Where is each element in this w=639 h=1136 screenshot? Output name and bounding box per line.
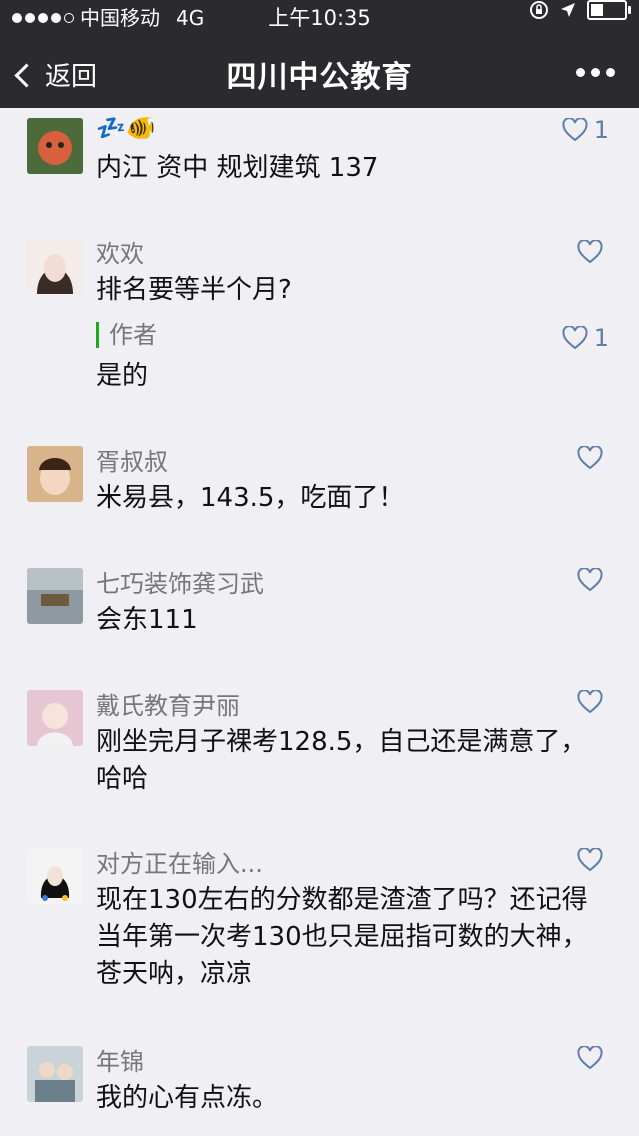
comment-text: 排名要等半个月? — [96, 275, 292, 305]
like-count: 1 — [593, 324, 609, 352]
battery-icon — [587, 0, 631, 20]
top-bar: 中国移动 4G 上午10:35 返回 四川中公教育 — [0, 0, 639, 108]
like-button[interactable] — [577, 240, 609, 264]
like-button[interactable] — [577, 690, 609, 714]
author-reply-text: 是的 — [96, 361, 149, 391]
reply-like-button[interactable]: 1 — [562, 324, 609, 352]
like-button[interactable]: 1 — [562, 116, 609, 144]
comment-author: 欢欢 — [96, 240, 144, 268]
like-button[interactable] — [577, 848, 609, 872]
comment-item: 💤🐠 内江 资中 规划建筑 137 1 — [0, 108, 639, 208]
avatar[interactable] — [27, 118, 83, 174]
avatar[interactable] — [27, 690, 83, 746]
comment-item: 七巧装饰龚习武 会东111 — [0, 560, 639, 660]
avatar[interactable] — [27, 446, 83, 502]
heart-icon — [562, 118, 588, 142]
avatar[interactable] — [27, 848, 83, 904]
rotation-lock-icon — [530, 1, 548, 19]
comment-text: 内江 资中 规划建筑 137 — [96, 153, 379, 183]
comment-author: 七巧装饰龚习武 — [96, 570, 264, 598]
comment-text: 我的心有点冻。 — [96, 1083, 279, 1113]
comment-author: 胥叔叔 — [96, 448, 168, 476]
like-button[interactable] — [577, 568, 609, 592]
avatar[interactable] — [27, 1046, 83, 1102]
location-arrow-icon — [561, 3, 575, 17]
comment-text: 会东111 — [96, 605, 198, 635]
author-reply-tag: 作者 — [96, 322, 157, 348]
more-dot-icon — [606, 68, 615, 77]
avatar[interactable] — [27, 238, 83, 294]
heart-icon — [577, 1046, 603, 1070]
heart-icon — [577, 568, 603, 592]
comment-item: 戴氏教育尹丽 刚坐完月子裸考128.5，自己还是满意了，哈哈 — [0, 682, 639, 812]
comment-item: 胥叔叔 米易县，143.5，吃面了！ — [0, 438, 639, 538]
like-button[interactable] — [577, 1046, 609, 1070]
comment-text: 刚坐完月子裸考128.5，自己还是满意了，哈哈 — [96, 727, 587, 794]
status-bar: 中国移动 4G 上午10:35 — [0, 0, 639, 36]
heart-icon — [577, 848, 603, 872]
comment-author: 戴氏教育尹丽 — [96, 692, 240, 720]
comment-item: 对方正在输入... 现在130左右的分数都是渣渣了吗？还记得当年第一次考130也… — [0, 840, 639, 1010]
comment-text: 现在130左右的分数都是渣渣了吗？还记得当年第一次考130也只是屈指可数的大神，… — [96, 885, 588, 989]
status-right — [529, 0, 631, 20]
heart-icon — [562, 326, 588, 350]
comment-author: 💤🐠 — [96, 114, 156, 142]
nav-bar: 返回 四川中公教育 — [0, 36, 639, 108]
page-title: 四川中公教育 — [226, 60, 413, 95]
like-count: 1 — [593, 116, 609, 144]
comment-author: 对方正在输入... — [96, 850, 263, 878]
avatar[interactable] — [27, 568, 83, 624]
comment-item: 欢欢 排名要等半个月? 作者 是的 1 — [0, 230, 639, 410]
heart-icon — [577, 690, 603, 714]
comment-text: 米易县，143.5，吃面了！ — [96, 483, 405, 513]
more-dot-icon — [576, 68, 585, 77]
comment-author: 年锦 — [96, 1048, 144, 1076]
heart-icon — [577, 446, 603, 470]
comment-item: 年锦 我的心有点冻。 — [0, 1038, 639, 1136]
more-dot-icon — [591, 68, 600, 77]
like-button[interactable] — [577, 446, 609, 470]
more-button[interactable] — [576, 68, 615, 77]
heart-icon — [577, 240, 603, 264]
